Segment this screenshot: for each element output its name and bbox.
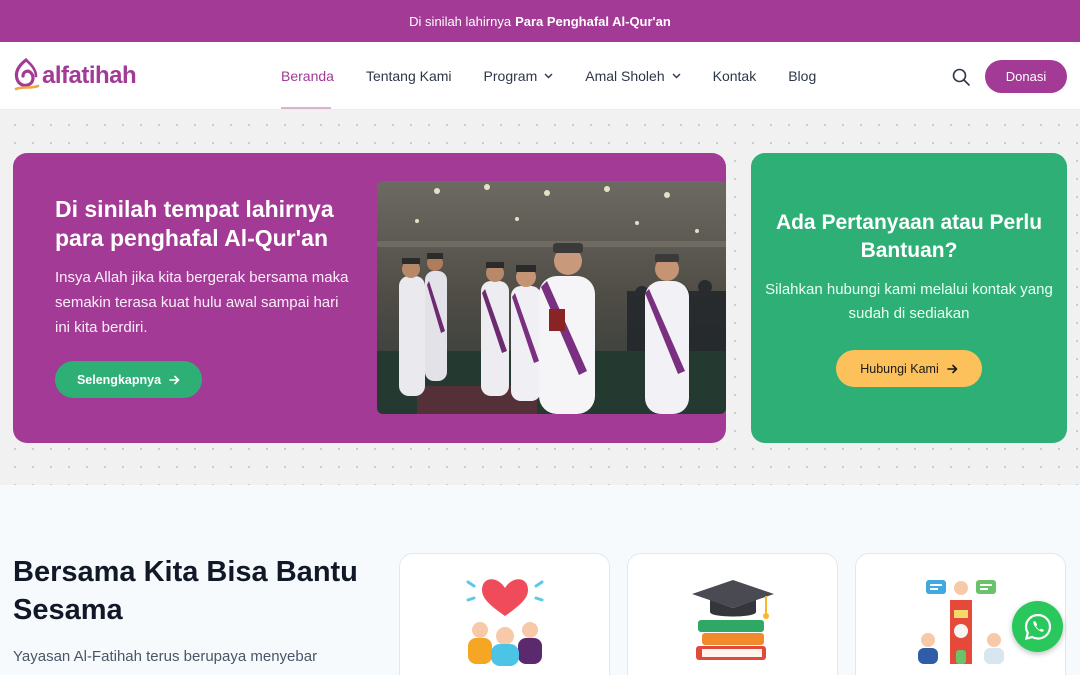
nav-label: Program xyxy=(483,68,538,84)
arrow-right-icon xyxy=(169,375,180,384)
logo-text: alfatihah xyxy=(42,62,137,89)
donate-button[interactable]: Donasi xyxy=(985,60,1067,93)
main-nav: Beranda Tentang Kami Program Amal Sholeh… xyxy=(281,42,848,110)
logo[interactable]: alfatihah xyxy=(12,56,137,96)
feature-card-charity[interactable] xyxy=(399,553,610,675)
help-text: Silahkan hubungi kami melalui kontak yan… xyxy=(765,281,1053,322)
hero-title: Di sinilah tempat lahirnya para penghafa… xyxy=(55,196,334,251)
nav-item-blog[interactable]: Blog xyxy=(788,68,816,84)
announcement-bar: Di sinilah lahirnya Para Penghafal Al-Qu… xyxy=(0,0,1080,42)
nav-label: Kontak xyxy=(712,68,757,84)
announcement-highlight: Para Penghafal Al-Qur'an xyxy=(515,13,671,29)
whatsapp-icon xyxy=(1024,613,1051,640)
arrow-right-icon xyxy=(946,364,958,373)
feature-card-education[interactable] xyxy=(627,553,838,675)
graduation-books-icon xyxy=(692,580,774,660)
learn-more-label: Selengkapnya xyxy=(76,372,162,387)
whatsapp-button[interactable] xyxy=(1012,601,1063,652)
chevron-down-icon xyxy=(672,73,681,79)
nav-label: Blog xyxy=(788,68,817,84)
contact-us-button[interactable]: Hubungi Kami xyxy=(836,350,982,387)
navbar: alfatihah Beranda Tentang Kami Program A… xyxy=(0,42,1080,110)
charity-heart-icon xyxy=(466,579,544,666)
nav-label: Beranda xyxy=(281,68,334,84)
active-nav-indicator xyxy=(281,107,331,109)
mosque-community-icon xyxy=(918,580,1004,664)
search-icon[interactable] xyxy=(951,67,971,87)
help-title: Ada Pertanyaan atau Perlu Bantuan? xyxy=(775,211,1043,262)
learn-more-button[interactable]: Selengkapnya xyxy=(55,361,202,398)
students-photo-illustration xyxy=(377,181,726,414)
logo-mark-icon xyxy=(14,58,40,91)
nav-item-beranda[interactable]: Beranda xyxy=(281,68,334,84)
nav-item-kontak[interactable]: Kontak xyxy=(713,68,757,84)
contact-us-label: Hubungi Kami xyxy=(860,361,939,376)
nav-label: Tentang Kami xyxy=(365,68,452,84)
chevron-down-icon xyxy=(544,73,553,79)
hero-text: Insya Allah jika kita bergerak bersama m… xyxy=(55,269,349,336)
hero-card: Di sinilah tempat lahirnya para penghafa… xyxy=(13,153,726,443)
section-text: Yayasan Al-Fatihah terus berupaya menyeb… xyxy=(13,648,318,665)
nav-label: Amal Sholeh xyxy=(585,68,665,84)
nav-item-amal-sholeh[interactable]: Amal Sholeh xyxy=(585,68,681,84)
announcement-prefix: Di sinilah lahirnya xyxy=(409,13,512,29)
help-card: Ada Pertanyaan atau Perlu Bantuan? Silah… xyxy=(751,153,1067,443)
section-title: Bersama Kita Bisa Bantu Sesama xyxy=(13,556,358,626)
nav-item-tentang-kami[interactable]: Tentang Kami xyxy=(366,68,452,84)
nav-item-program[interactable]: Program xyxy=(484,68,554,84)
hero-photo xyxy=(377,181,726,414)
